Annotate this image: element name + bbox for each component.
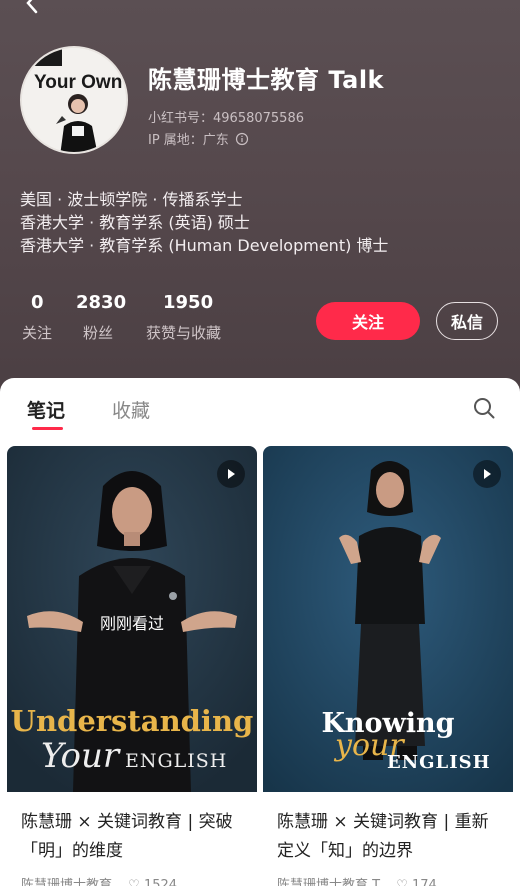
post-likes: 174 xyxy=(412,878,437,886)
post-card[interactable]: 刚刚看过 Understanding Your ENGLISH 陈慧珊 × 关键… xyxy=(7,446,257,886)
following-count: 0 xyxy=(31,292,44,313)
post-likes: 1524 xyxy=(143,878,178,886)
tab-notes[interactable]: 笔记 xyxy=(27,396,65,423)
ip-location: IP 属地：广东 xyxy=(148,129,249,148)
message-button[interactable]: 私信 xyxy=(436,302,498,340)
profile-bio: 美国 · 波士顿学院 · 传播系学士 香港大学 · 教育学系 (英语) 硕士 香… xyxy=(20,188,388,257)
bio-line: 美国 · 波士顿学院 · 传播系学士 xyxy=(20,190,243,209)
likes-collects-label[interactable]: 获赞与收藏 xyxy=(146,322,221,343)
user-id: 小红书号：49658075586 xyxy=(148,111,304,126)
recently-viewed-label: 刚刚看过 xyxy=(99,614,164,633)
tab-collections[interactable]: 收藏 xyxy=(112,396,150,423)
back-arrow-icon[interactable] xyxy=(22,0,44,14)
post-title[interactable]: 陈慧珊 × 关键词教育 | 突破「明」的维度 xyxy=(21,808,247,866)
post-card[interactable]: Knowing your ENGLISH 陈慧珊 × 关键词教育 | 重新定义「… xyxy=(263,446,513,886)
post-author[interactable]: 陈慧珊博士教育 T xyxy=(277,878,380,886)
post-title[interactable]: 陈慧珊 × 关键词教育 | 重新定义「知」的边界 xyxy=(277,808,503,866)
like-icon[interactable]: ♡ xyxy=(396,878,408,886)
bio-line: 香港大学 · 教育学系 (英语) 硕士 xyxy=(20,213,250,232)
following-label[interactable]: 关注 xyxy=(22,322,52,343)
video-play-icon xyxy=(473,460,501,488)
cover-script: Your xyxy=(41,736,120,776)
post-cover[interactable]: 刚刚看过 Understanding Your ENGLISH xyxy=(7,446,257,792)
search-icon[interactable] xyxy=(472,396,496,420)
info-icon[interactable] xyxy=(235,132,249,146)
profile-name: 陈慧珊博士教育 Talk xyxy=(148,66,385,94)
post-cover[interactable]: Knowing your ENGLISH xyxy=(263,446,513,792)
cover-subtitle: ENGLISH xyxy=(387,752,491,773)
video-play-icon xyxy=(217,460,245,488)
followers-label[interactable]: 粉丝 xyxy=(83,322,113,343)
post-footer: 陈慧珊博士教育 T ♡ 174 xyxy=(277,874,437,886)
profile-header: Your Own 陈慧珊博士教育 Talk 小红书号：49658075586 I… xyxy=(0,0,520,420)
follow-button[interactable]: 关注 xyxy=(316,302,420,340)
like-icon[interactable]: ♡ xyxy=(128,878,140,886)
ip-location-text: IP 属地：广东 xyxy=(148,133,229,148)
avatar-logo-text: Your Own xyxy=(34,72,122,93)
post-author[interactable]: 陈慧珊博士教育 xyxy=(21,878,112,886)
bio-line: 香港大学 · 教育学系 (Human Development) 博士 xyxy=(20,236,389,255)
post-footer: 陈慧珊博士教育 ♡ 1524 xyxy=(21,874,177,886)
tab-active-indicator xyxy=(32,427,63,430)
cover-headline: Understanding xyxy=(10,704,254,738)
followers-count: 2830 xyxy=(76,292,127,313)
cover-subtitle: ENGLISH xyxy=(125,750,228,772)
likes-collects-count: 1950 xyxy=(163,292,214,313)
avatar[interactable]: Your Own xyxy=(20,46,128,154)
